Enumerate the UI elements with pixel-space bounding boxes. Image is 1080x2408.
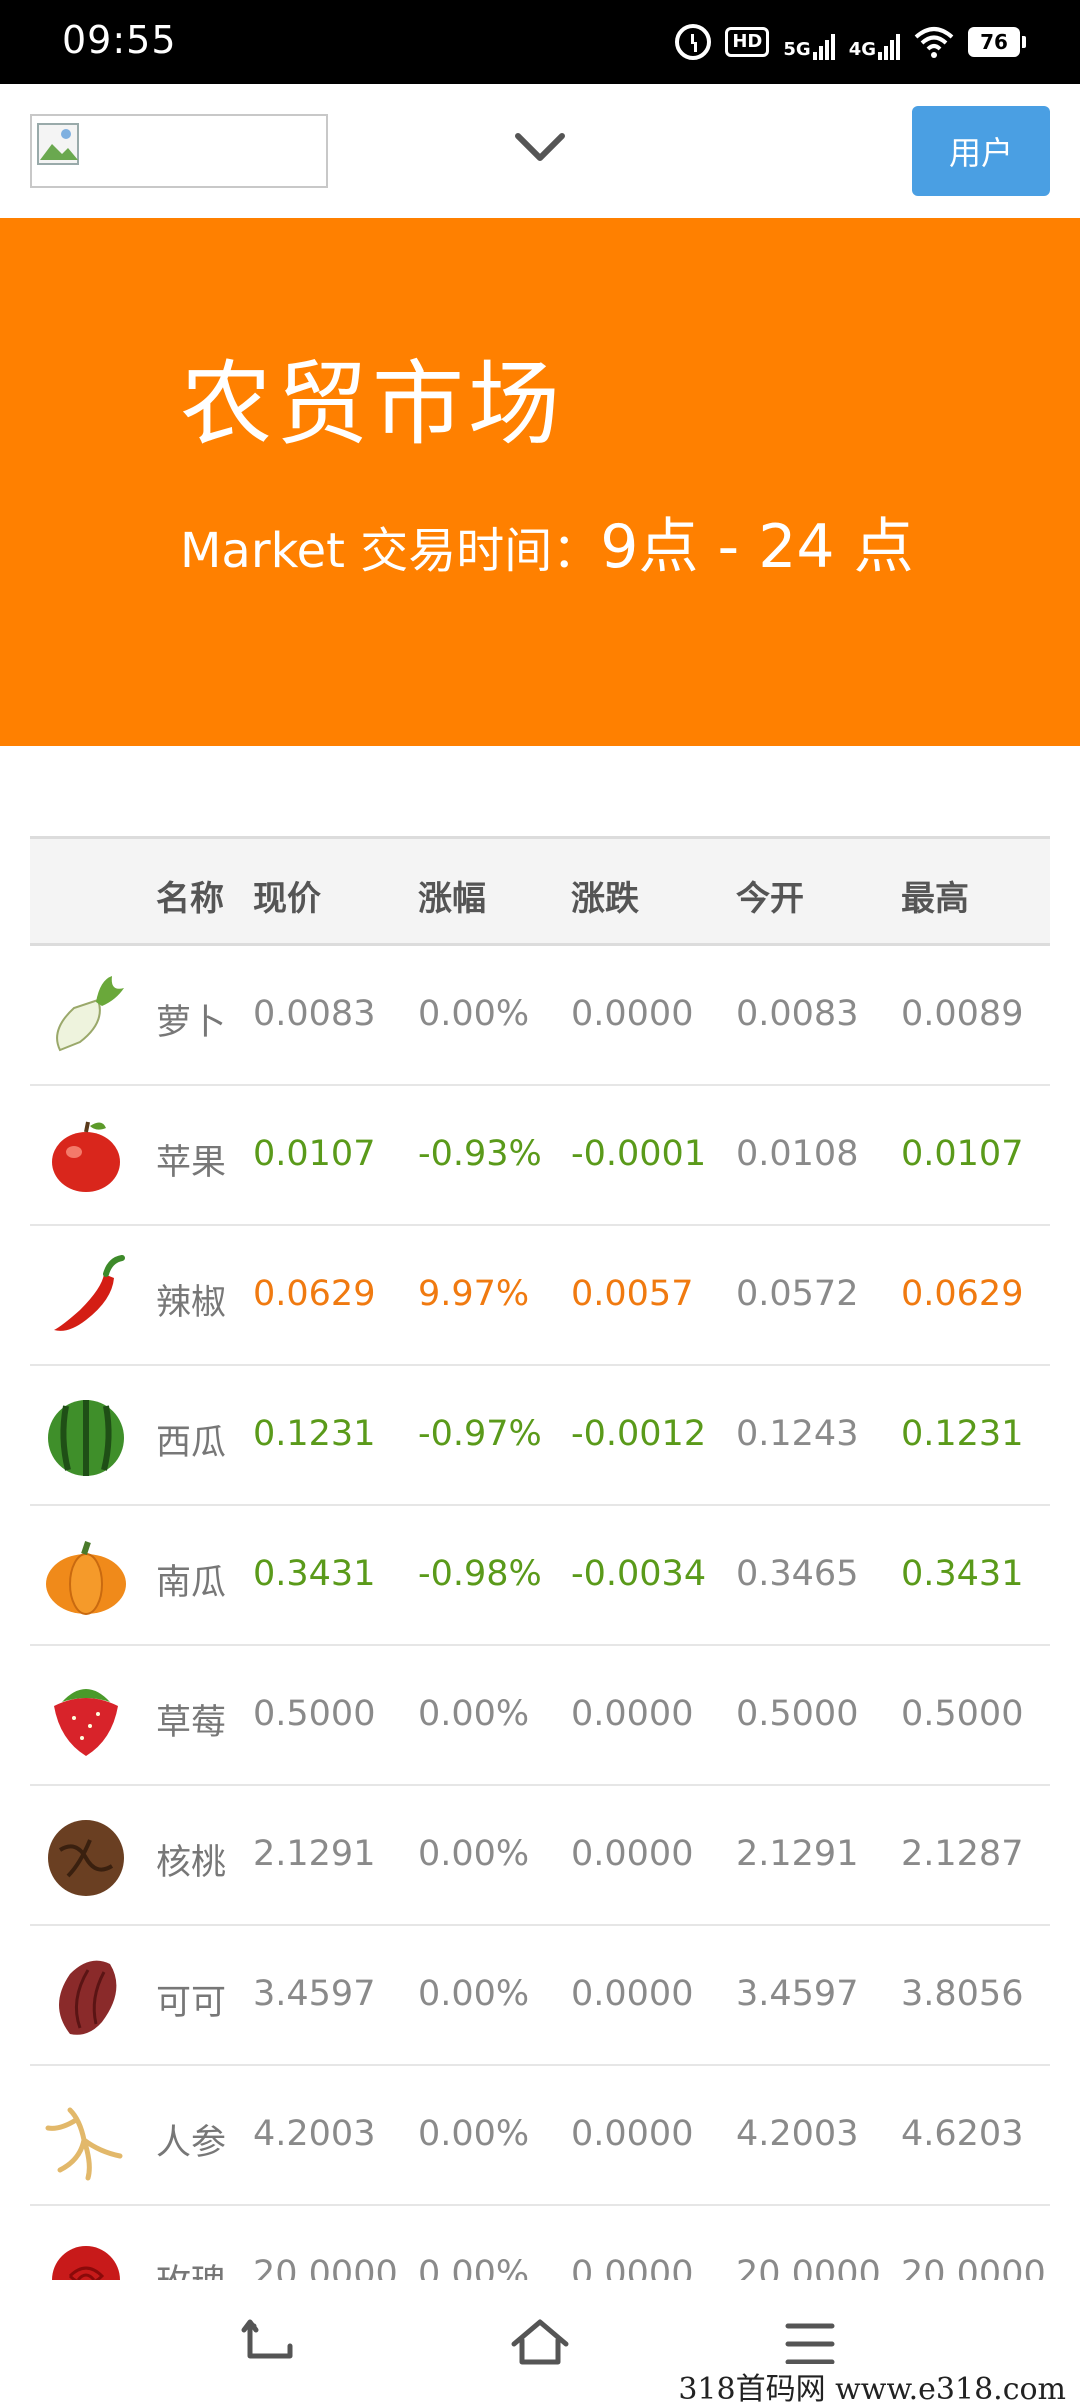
row-price: 20.0000	[253, 2254, 398, 2280]
table-row[interactable]: 西瓜 0.1231 -0.97% -0.0012 0.1243 0.1231	[30, 1366, 1050, 1506]
row-chg: 0.0000	[571, 1834, 694, 1874]
back-icon[interactable]	[240, 2316, 300, 2372]
apple-icon	[40, 1110, 132, 1202]
table-row[interactable]: 人参 4.2003 0.00% 0.0000 4.2003 4.6203	[30, 2066, 1050, 2206]
table-row[interactable]: 草莓 0.5000 0.00% 0.0000 0.5000 0.5000	[30, 1646, 1050, 1786]
cocoa-icon	[40, 1950, 132, 2042]
radish-icon	[40, 970, 132, 1062]
row-open: 0.5000	[736, 1694, 859, 1734]
row-chg: 0.0000	[571, 1974, 694, 2014]
row-high: 0.0089	[901, 994, 1024, 1034]
col-name: 名称	[156, 879, 224, 919]
table-row[interactable]: 苹果 0.0107 -0.93% -0.0001 0.0108 0.0107	[30, 1086, 1050, 1226]
row-name: 苹果	[156, 1143, 227, 1183]
row-name: 萝卜	[156, 1003, 227, 1043]
row-name: 辣椒	[156, 1283, 227, 1323]
row-chg: 0.0000	[571, 2254, 694, 2280]
row-high: 0.0629	[901, 1274, 1024, 1314]
table-body: 萝卜 0.0083 0.00% 0.0000 0.0083 0.0089 苹果 0.0107 -…	[30, 946, 1050, 2280]
row-price: 0.1231	[253, 1414, 376, 1454]
row-open: 2.1291	[736, 1834, 859, 1874]
row-open: 3.4597	[736, 1974, 859, 2014]
row-open: 0.0108	[736, 1134, 859, 1174]
row-pct: 9.97%	[418, 1274, 530, 1314]
row-price: 0.0107	[253, 1134, 376, 1174]
row-open: 0.0572	[736, 1274, 859, 1314]
row-chg: -0.0012	[571, 1414, 707, 1454]
row-high: 0.1231	[901, 1414, 1024, 1454]
row-price: 0.0083	[253, 994, 376, 1034]
row-name: 可可	[156, 1983, 227, 2023]
table-header: 名称 现价 涨幅 涨跌 今开 最高	[30, 839, 1050, 946]
row-pct: 0.00%	[418, 2254, 530, 2280]
chili-icon	[40, 1250, 132, 1342]
row-name: 西瓜	[156, 1423, 227, 1463]
table-row[interactable]: 可可 3.4597 0.00% 0.0000 3.4597 3.8056	[30, 1926, 1050, 2066]
pumpkin-icon	[40, 1530, 132, 1622]
row-chg: -0.0034	[571, 1554, 707, 1594]
home-icon[interactable]	[510, 2316, 570, 2372]
col-chg: 涨跌	[571, 879, 639, 919]
col-open: 今开	[736, 879, 804, 919]
row-open: 20.0000	[736, 2254, 881, 2280]
row-high: 0.3431	[901, 1554, 1024, 1594]
market-table: 名称 现价 涨幅 涨跌 今开 最高 萝卜 0.0083 0.00% 0.0000 0.0…	[30, 836, 1050, 2280]
row-high: 2.1287	[901, 1834, 1024, 1874]
row-price: 4.2003	[253, 2114, 376, 2154]
walnut-icon	[40, 1810, 132, 1902]
row-chg: 0.0000	[571, 2114, 694, 2154]
col-pct: 涨幅	[418, 879, 486, 919]
ginseng-icon	[40, 2090, 132, 2182]
row-price: 0.3431	[253, 1554, 376, 1594]
row-pct: -0.97%	[418, 1414, 542, 1454]
row-high: 4.6203	[901, 2114, 1024, 2154]
row-name: 南瓜	[156, 1563, 227, 1603]
row-high: 0.0107	[901, 1134, 1024, 1174]
watermelon-icon	[40, 1390, 132, 1482]
row-pct: 0.00%	[418, 1974, 530, 2014]
row-chg: -0.0001	[571, 1134, 707, 1174]
strawberry-icon	[40, 1670, 132, 1762]
table-row[interactable]: 核桃 2.1291 0.00% 0.0000 2.1291 2.1287	[30, 1786, 1050, 1926]
row-pct: -0.93%	[418, 1134, 542, 1174]
row-pct: 0.00%	[418, 1834, 530, 1874]
row-open: 4.2003	[736, 2114, 859, 2154]
col-price: 现价	[253, 879, 321, 919]
table-row[interactable]: 辣椒 0.0629 9.97% 0.0057 0.0572 0.0629	[30, 1226, 1050, 1366]
row-open: 0.1243	[736, 1414, 859, 1454]
watermark: 318首码网 www.e318.com	[672, 2364, 1072, 2408]
row-open: 0.0083	[736, 994, 859, 1034]
row-name: 草莓	[156, 1703, 227, 1743]
row-pct: -0.98%	[418, 1554, 542, 1594]
rose-icon	[40, 2230, 132, 2280]
row-name: 核桃	[156, 1843, 227, 1883]
row-high: 3.8056	[901, 1974, 1024, 2014]
table-row[interactable]: 玫瑰 20.0000 0.00% 0.0000 20.0000 20.0000	[30, 2206, 1050, 2280]
col-high: 最高	[901, 879, 969, 919]
row-pct: 0.00%	[418, 994, 530, 1034]
row-chg: 0.0000	[571, 994, 694, 1034]
row-name: 玫瑰	[156, 2254, 226, 2280]
row-open: 0.3465	[736, 1554, 859, 1594]
row-pct: 0.00%	[418, 2114, 530, 2154]
row-chg: 0.0000	[571, 1694, 694, 1734]
row-price: 0.5000	[253, 1694, 376, 1734]
row-price: 0.0629	[253, 1274, 376, 1314]
row-pct: 0.00%	[418, 1694, 530, 1734]
row-high: 0.5000	[901, 1694, 1024, 1734]
table-row[interactable]: 南瓜 0.3431 -0.98% -0.0034 0.3465 0.3431	[30, 1506, 1050, 1646]
row-high: 20.0000	[901, 2254, 1046, 2280]
row-price: 2.1291	[253, 1834, 376, 1874]
row-chg: 0.0057	[571, 1274, 694, 1314]
table-row[interactable]: 萝卜 0.0083 0.00% 0.0000 0.0083 0.0089	[30, 946, 1050, 1086]
system-nav-bar: 318首码网 www.e318.com	[0, 2280, 1080, 2408]
table-viewport[interactable]: 名称 现价 涨幅 涨跌 今开 最高 萝卜 0.0083 0.00% 0.0000 0.0…	[0, 0, 1080, 2280]
row-price: 3.4597	[253, 1974, 376, 2014]
row-name: 人参	[156, 2123, 227, 2163]
